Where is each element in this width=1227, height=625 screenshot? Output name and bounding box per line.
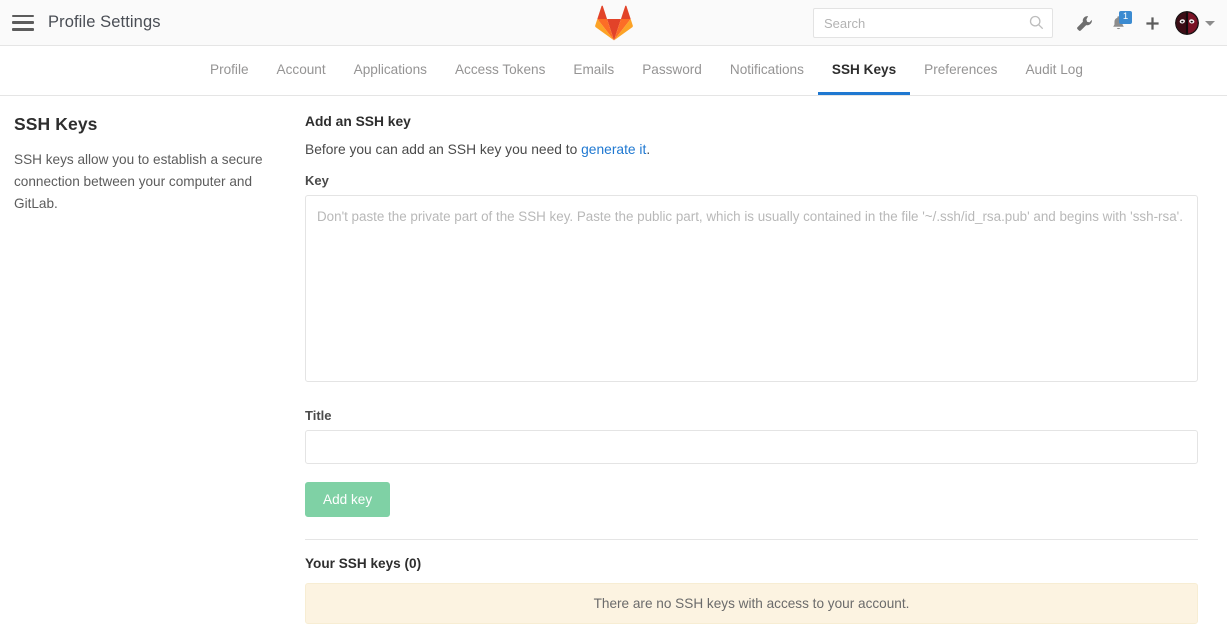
search-box[interactable] <box>813 8 1053 38</box>
page-title: Profile Settings <box>48 13 161 32</box>
title-input[interactable] <box>305 430 1198 464</box>
title-field-label: Title <box>305 408 1198 423</box>
chevron-down-icon <box>1205 21 1215 26</box>
tab-password[interactable]: Password <box>628 46 716 95</box>
key-field-label: Key <box>305 173 1198 188</box>
settings-sidebar: SSH Keys SSH keys allow you to establish… <box>0 114 305 624</box>
add-key-heading: Add an SSH key <box>305 114 1198 129</box>
add-key-intro: Before you can add an SSH key you need t… <box>305 142 1198 157</box>
todos-badge: 1 <box>1119 11 1132 24</box>
search-input[interactable] <box>813 8 1053 38</box>
hamburger-icon[interactable] <box>12 15 34 31</box>
page-body: SSH Keys SSH keys allow you to establish… <box>0 96 1227 624</box>
user-avatar <box>1175 11 1199 35</box>
tab-applications[interactable]: Applications <box>340 46 441 95</box>
gitlab-fox-logo[interactable] <box>595 4 633 42</box>
new-item-button[interactable] <box>1135 6 1169 40</box>
header-actions: 1 <box>813 0 1219 46</box>
tab-emails[interactable]: Emails <box>559 46 628 95</box>
intro-period: . <box>646 142 650 157</box>
hamburger-bar <box>12 15 34 18</box>
no-keys-message: There are no SSH keys with access to you… <box>305 583 1198 624</box>
spacer <box>305 387 1198 408</box>
section-divider <box>305 539 1198 540</box>
todos-button[interactable]: 1 <box>1101 6 1135 40</box>
tab-preferences[interactable]: Preferences <box>910 46 1011 95</box>
sidebar-title: SSH Keys <box>14 114 277 135</box>
admin-area-button[interactable] <box>1067 6 1101 40</box>
intro-text: Before you can add an SSH key you need t… <box>305 142 581 157</box>
wrench-icon <box>1076 15 1093 32</box>
tab-audit-log[interactable]: Audit Log <box>1011 46 1096 95</box>
plus-icon <box>1145 16 1160 31</box>
key-input[interactable] <box>305 195 1198 382</box>
your-keys-heading: Your SSH keys (0) <box>305 556 1198 571</box>
tab-ssh-keys[interactable]: SSH Keys <box>818 46 910 95</box>
top-header: Profile Settings 1 <box>0 0 1227 46</box>
tab-account[interactable]: Account <box>263 46 340 95</box>
main-content: Add an SSH key Before you can add an SSH… <box>305 114 1212 624</box>
hamburger-bar <box>12 21 34 24</box>
tab-profile[interactable]: Profile <box>196 46 263 95</box>
user-menu[interactable] <box>1175 11 1215 35</box>
hamburger-bar <box>12 28 34 31</box>
sidebar-description: SSH keys allow you to establish a secure… <box>14 149 277 215</box>
add-key-button[interactable]: Add key <box>305 482 390 517</box>
settings-nav: Profile Account Applications Access Toke… <box>0 46 1227 96</box>
tab-access-tokens[interactable]: Access Tokens <box>441 46 559 95</box>
generate-it-link[interactable]: generate it <box>581 142 646 157</box>
tab-notifications[interactable]: Notifications <box>716 46 818 95</box>
